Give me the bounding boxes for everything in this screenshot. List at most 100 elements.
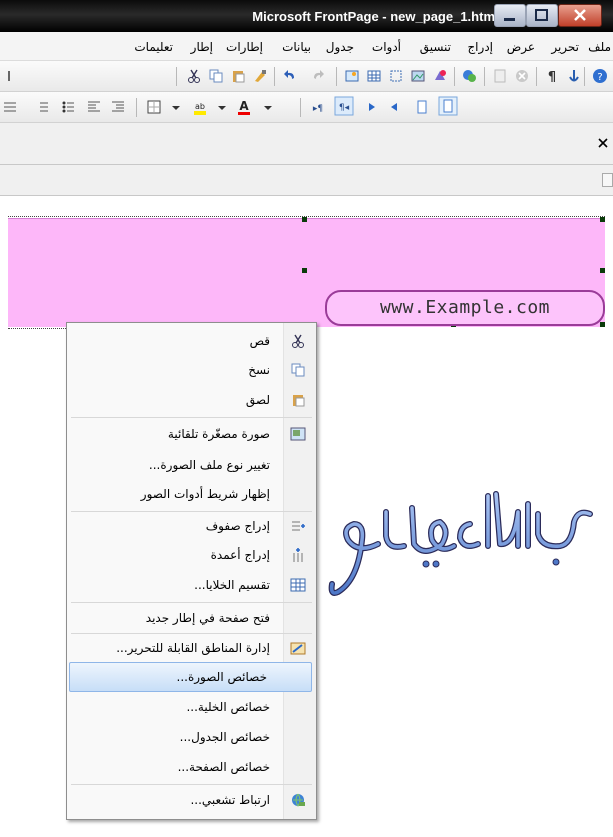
menu-item-cut[interactable]: قص	[69, 327, 314, 355]
picture-icon[interactable]	[410, 68, 426, 84]
thumbnail-icon	[290, 427, 306, 441]
para-rtl-icon[interactable]: ¶◂	[334, 96, 354, 116]
menu-help[interactable]: تعليمات	[134, 40, 173, 54]
menu-item-label: إظهار شريط أدوات الصور	[140, 487, 270, 501]
borders-icon[interactable]	[146, 99, 162, 115]
menu-tools[interactable]: أدوات	[372, 40, 401, 54]
indent-icon[interactable]	[110, 99, 126, 115]
menu-item-paste[interactable]: لصق	[69, 386, 314, 414]
url-text: www.Example.com	[379, 297, 551, 318]
menu-item-label: لصق	[245, 393, 270, 407]
insert-icon[interactable]	[344, 68, 360, 84]
menu-edit[interactable]: تحرير	[551, 40, 579, 54]
menu-item-hyperlink[interactable]: ارتباط تشعبي...	[69, 786, 314, 814]
refresh-icon[interactable]	[492, 68, 508, 84]
menu-item-label: إدارة المناطق القابلة للتحرير...	[116, 641, 270, 655]
menu-item-change-picture-type[interactable]: تغيير نوع ملف الصورة...	[69, 451, 314, 479]
context-menu: قص نسخ لصق صورة مصغّرة تلقائية تغيير نوع…	[66, 322, 317, 820]
resize-handle[interactable]	[600, 217, 605, 222]
resize-handle[interactable]	[600, 322, 605, 327]
resize-handle[interactable]	[302, 268, 307, 273]
menu-item-picture-properties[interactable]: خصائص الصورة...	[69, 662, 312, 692]
hyperlink-icon[interactable]	[566, 68, 582, 84]
font-color-icon[interactable]: A	[236, 99, 252, 115]
rtl-icon[interactable]	[414, 99, 430, 115]
minimize-button[interactable]	[494, 4, 526, 27]
menu-item-label: نسخ	[248, 363, 270, 377]
svg-text:?: ?	[597, 72, 602, 83]
scroll-arrow-icon[interactable]	[602, 173, 613, 187]
drawing-icon[interactable]	[388, 68, 404, 84]
menu-item-label: خصائص الجدول...	[179, 730, 270, 744]
ruler-strip	[0, 165, 613, 196]
para-ltr-icon[interactable]: ▸¶	[310, 99, 326, 115]
cut-icon	[292, 334, 304, 348]
menu-data[interactable]: بيانات	[282, 40, 311, 54]
menu-item-label: تغيير نوع ملف الصورة...	[148, 458, 270, 472]
menu-format[interactable]: تنسيق	[420, 40, 451, 54]
toolbar-separator	[300, 98, 301, 117]
calligraphy-signature	[328, 491, 593, 596]
undo-icon[interactable]	[282, 68, 298, 84]
svg-text:ab: ab	[195, 102, 205, 111]
bullets-icon[interactable]	[60, 99, 76, 115]
resize-handle[interactable]	[302, 217, 307, 222]
paste-icon[interactable]	[230, 68, 246, 84]
menu-item-manage-editable-regions[interactable]: إدارة المناطق القابلة للتحرير...	[69, 634, 314, 662]
ltr-icon[interactable]	[438, 96, 458, 116]
minimize-icon	[504, 18, 515, 21]
chevron-down-icon[interactable]	[168, 99, 184, 115]
copy-icon[interactable]	[208, 68, 224, 84]
menu-table[interactable]: جدول	[326, 40, 354, 54]
toolbar-overflow-icon[interactable]	[2, 99, 18, 115]
align-right-icon[interactable]	[388, 99, 404, 115]
close-button[interactable]	[558, 4, 602, 27]
format-painter-icon[interactable]	[252, 68, 268, 84]
chevron-down-icon[interactable]	[260, 99, 276, 115]
menu-item-cell-properties[interactable]: خصائص الخلية...	[69, 693, 314, 721]
paste-icon	[293, 395, 305, 407]
numbering-icon[interactable]	[34, 99, 50, 115]
menu-separator	[71, 602, 312, 603]
menu-item-label: خصائص الخلية...	[186, 700, 270, 714]
menu-insert[interactable]: إدراج	[467, 40, 493, 54]
menu-item-label: إدراج أعمدة	[210, 548, 270, 562]
url-image[interactable]: www.Example.com	[325, 290, 605, 326]
menu-frames[interactable]: إطارات	[226, 40, 263, 54]
menu-item-open-page-new-frame[interactable]: فتح صفحة في إطار جديد	[69, 604, 314, 632]
redo-icon[interactable]	[310, 68, 326, 84]
web-component-icon[interactable]	[462, 68, 478, 84]
highlight-icon[interactable]: ab	[192, 99, 208, 115]
menu-item-insert-columns[interactable]: إدراج أعمدة	[69, 541, 314, 569]
table-icon[interactable]	[366, 68, 382, 84]
stop-icon[interactable]	[514, 68, 530, 84]
resize-handle[interactable]	[600, 268, 605, 273]
menu-item-split-cells[interactable]: تقسيم الخلايا...	[69, 571, 314, 599]
menu-item-copy[interactable]: نسخ	[69, 356, 314, 384]
align-left-icon[interactable]	[362, 99, 378, 115]
toolbar-separator	[484, 67, 485, 86]
menu-item-show-pictures-toolbar[interactable]: إظهار شريط أدوات الصور	[69, 480, 314, 508]
layer-icon[interactable]	[432, 68, 448, 84]
show-all-icon[interactable]: ¶	[544, 68, 560, 84]
close-icon[interactable]	[597, 137, 609, 149]
menu-item-page-properties[interactable]: خصائص الصفحة...	[69, 753, 314, 781]
menu-item-insert-rows[interactable]: إدراج صفوف	[69, 512, 314, 540]
outdent-icon[interactable]	[86, 99, 102, 115]
menu-item-table-properties[interactable]: خصائص الجدول...	[69, 723, 314, 751]
menu-file[interactable]: ملف	[588, 40, 611, 54]
svg-text:A: A	[239, 99, 249, 113]
tab-strip	[0, 123, 613, 165]
copy-icon	[291, 363, 305, 377]
chevron-down-icon[interactable]	[214, 99, 230, 115]
maximize-button[interactable]	[526, 4, 558, 27]
menu-item-label: فتح صفحة في إطار جديد	[145, 611, 270, 625]
menu-item-auto-thumbnail[interactable]: صورة مصغّرة تلقائية	[69, 420, 314, 448]
insert-rows-icon	[292, 521, 305, 531]
insert-columns-icon	[293, 548, 303, 562]
help-icon[interactable]: ?	[592, 68, 608, 84]
cut-icon[interactable]	[186, 68, 202, 84]
menu-frame[interactable]: إطار	[191, 40, 213, 54]
toolbar-overflow-icon[interactable]	[2, 68, 18, 84]
menu-view[interactable]: عرض	[507, 40, 535, 54]
